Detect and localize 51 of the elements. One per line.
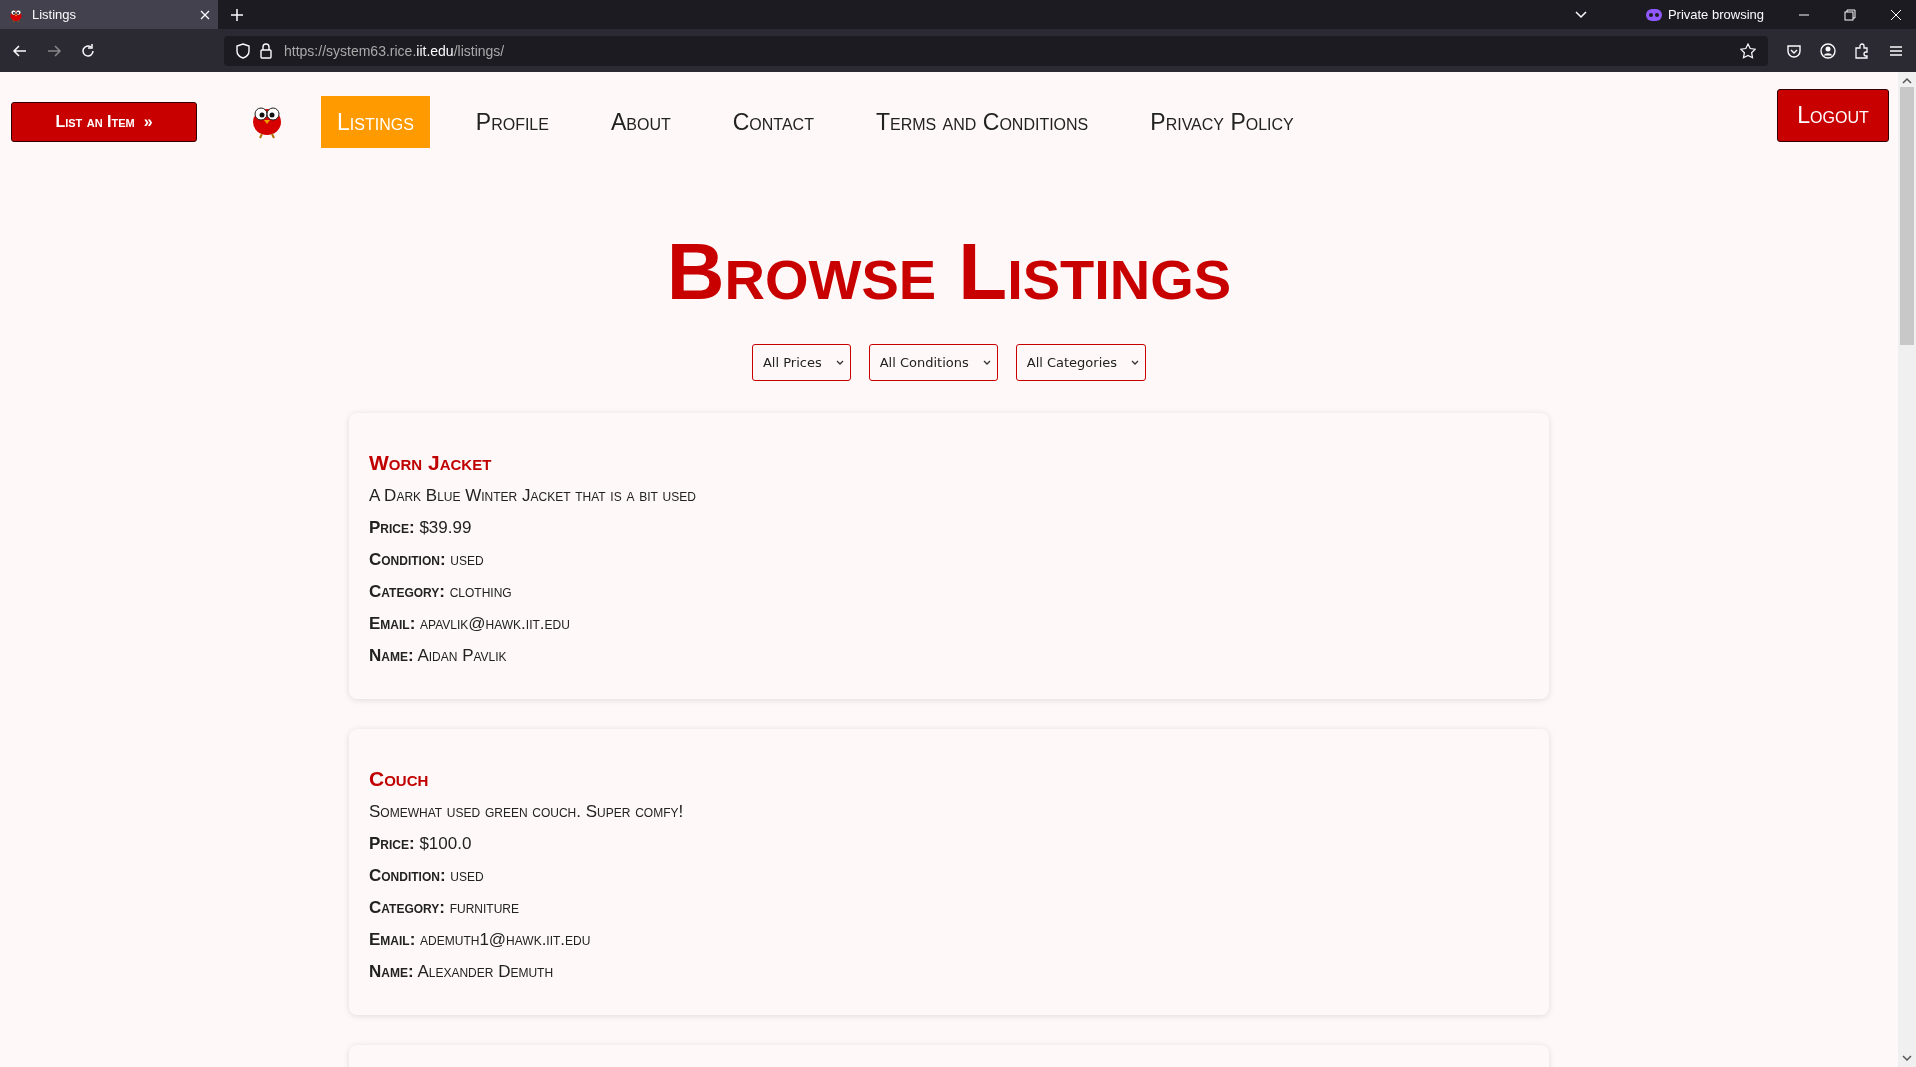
close-icon[interactable]: [200, 9, 210, 20]
nav-link[interactable]: Privacy Policy: [1134, 96, 1310, 148]
url-text: https://system63.rice.iit.edu/listings/: [284, 42, 505, 59]
page-heading: Browse Listings: [665, 226, 1233, 318]
list-an-item-button[interactable]: List an Item »: [11, 102, 197, 142]
listing-title: Worn Jacket: [369, 451, 493, 475]
nav-link[interactable]: About: [594, 96, 687, 148]
listing-description: A Dark Blue Winter Jacket that is a bit used: [369, 485, 697, 507]
account-icon[interactable]: [1820, 42, 1836, 59]
listing-description: Somewhat used green couch. Super comfy!: [369, 801, 685, 823]
nav-link[interactable]: Contact: [716, 96, 830, 148]
chevron-down-icon: [982, 359, 991, 366]
nav-link[interactable]: Profile: [459, 96, 565, 148]
listing-detail: Email: ademuth1@hawk.iit.edu: [369, 929, 592, 951]
close-icon[interactable]: [1890, 8, 1902, 21]
address-bar[interactable]: https://system63.rice.iit.edu/listings/: [224, 35, 1768, 66]
listing-title: Couch: [369, 767, 430, 791]
listing-detail: Email: apavlik@hawk.iit.edu: [369, 613, 571, 635]
listing-detail: Price: $39.99: [369, 517, 473, 539]
listing-detail: Condition: used: [369, 865, 485, 887]
pocket-icon[interactable]: [1786, 42, 1802, 59]
forward-icon[interactable]: [46, 42, 62, 59]
tab-title: Listings: [32, 7, 78, 22]
nav-link[interactable]: Terms and Conditions: [859, 96, 1105, 148]
star-icon[interactable]: [1740, 42, 1756, 59]
shield-icon: [236, 42, 250, 59]
restore-icon[interactable]: [1844, 8, 1856, 21]
scroll-up-icon[interactable]: [1901, 76, 1913, 86]
listing-detail: Name: Alexander Demuth: [369, 961, 555, 983]
chevron-down-icon: [1131, 359, 1140, 366]
listing-detail: Price: $100.0: [369, 833, 473, 855]
scroll-down-icon[interactable]: [1901, 1053, 1913, 1063]
logout-button[interactable]: Logout: [1777, 89, 1889, 142]
filter-dropdown[interactable]: All Conditions: [868, 344, 998, 381]
chevron-down-icon: [835, 359, 844, 366]
lock-icon: [260, 42, 274, 59]
listing-detail: Category: clothing: [369, 581, 513, 603]
private-browsing-label: Private browsing: [1667, 7, 1764, 22]
listing-detail: Name: Aidan Pavlik: [369, 645, 508, 667]
listing-detail: Condition: used: [369, 549, 485, 571]
mask-icon: [1645, 8, 1662, 21]
reload-icon[interactable]: [80, 42, 96, 59]
new-tab-icon[interactable]: [230, 7, 244, 22]
chevron-down-icon[interactable]: [1573, 9, 1588, 20]
listing-detail: Category: furniture: [369, 897, 520, 919]
filter-dropdown[interactable]: All Categories: [1015, 344, 1147, 381]
filter-dropdown[interactable]: All Prices: [751, 344, 851, 381]
browser-tab[interactable]: Listings: [0, 0, 218, 29]
puzzle-icon[interactable]: [1854, 42, 1870, 59]
back-icon[interactable]: [12, 42, 28, 59]
scrollbar-thumb[interactable]: [1900, 87, 1914, 345]
